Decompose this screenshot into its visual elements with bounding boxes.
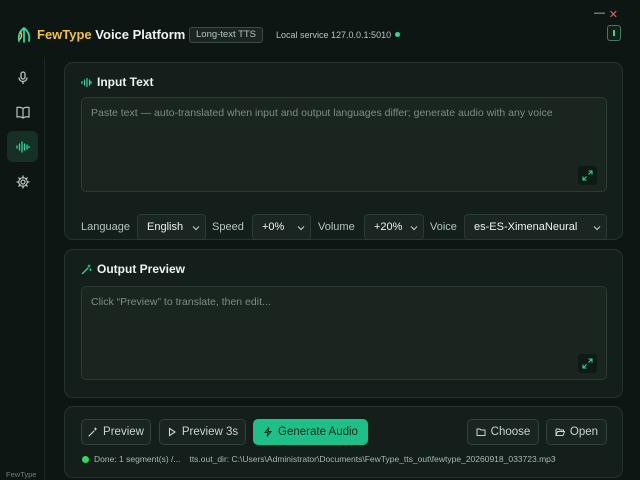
- lightning-icon: [263, 427, 273, 437]
- preview-3s-button[interactable]: Preview 3s: [159, 419, 246, 445]
- voice-select[interactable]: es-ES-XimenaNeural: [464, 214, 607, 240]
- app-header: FewType Voice Platform Long-text TTS Loc…: [0, 24, 640, 46]
- book-icon: [15, 106, 30, 119]
- preview-3s-button-label: Preview 3s: [181, 426, 239, 438]
- language-select-value: English: [147, 221, 184, 233]
- sidebar-item-tts[interactable]: [7, 131, 38, 162]
- gear-icon: [15, 174, 30, 189]
- generate-audio-button-label: Generate Audio: [278, 426, 358, 438]
- chevron-down-icon: [297, 226, 305, 231]
- choose-button[interactable]: Choose: [467, 419, 539, 445]
- microphone-icon: [17, 70, 28, 84]
- minimize-button[interactable]: —: [594, 7, 605, 19]
- output-textarea[interactable]: Click “Preview” to translate, then edit.…: [81, 286, 607, 380]
- waveform-icon: [15, 140, 30, 153]
- folder-icon: [476, 428, 486, 436]
- input-card: Input Text Paste text — auto-translated …: [64, 62, 623, 240]
- preview-button-label: Preview: [103, 426, 144, 438]
- service-status-dot: [395, 32, 401, 37]
- actions-card: Preview Preview 3s Generate Audio Choose…: [64, 406, 623, 478]
- logo-icon: [17, 27, 31, 43]
- volume-label: Volume: [318, 221, 355, 233]
- voice-label: Voice: [430, 221, 457, 233]
- expand-output-button[interactable]: [578, 354, 597, 373]
- speed-select-value: +0%: [262, 221, 285, 233]
- language-label: Language: [81, 221, 130, 233]
- tts-settings-row: Language English Speed +0% Volume +20% V…: [81, 214, 607, 240]
- waveform-icon: [81, 77, 92, 87]
- app-title-product: Voice Platform: [95, 27, 186, 42]
- language-select[interactable]: English: [137, 214, 206, 240]
- app-window: — ✕ FewType Voice Platform Long-text TTS…: [0, 0, 640, 480]
- mode-badge: Long-text TTS: [189, 27, 264, 43]
- chevron-down-icon: [192, 226, 200, 231]
- app-title-brand: FewType: [37, 27, 92, 42]
- status-text: Done: 1 segment(s) /...: [94, 454, 181, 464]
- output-card-title-text: Output Preview: [97, 262, 186, 276]
- open-button-label: Open: [569, 426, 599, 438]
- preview-button[interactable]: Preview: [81, 419, 151, 445]
- sidebar-item-library[interactable]: [7, 96, 38, 127]
- play-icon: [168, 427, 176, 437]
- input-textarea[interactable]: Paste text — auto-translated when input …: [81, 97, 607, 192]
- speed-select[interactable]: +0%: [252, 214, 311, 240]
- footer-brand: FewType: [6, 470, 37, 479]
- panel-toggle-button[interactable]: [607, 25, 621, 41]
- input-textarea-placeholder: Paste text — auto-translated when input …: [91, 107, 553, 119]
- input-card-title: Input Text: [81, 75, 153, 89]
- sidebar-item-settings[interactable]: [7, 166, 38, 197]
- service-status: Local service 127.0.0.1:5010: [276, 30, 401, 40]
- magic-wand-icon: [81, 264, 92, 274]
- output-card-title: Output Preview: [81, 262, 185, 276]
- sidebar: FewType: [0, 57, 45, 480]
- expand-input-button[interactable]: [578, 166, 597, 185]
- volume-select-value: +20%: [374, 221, 403, 233]
- service-status-text: Local service 127.0.0.1:5010: [276, 30, 392, 40]
- chevron-down-icon: [410, 226, 418, 231]
- status-ok-dot: [82, 455, 89, 463]
- output-card: Output Preview Click “Preview” to transl…: [64, 249, 623, 398]
- generate-audio-button[interactable]: Generate Audio: [253, 419, 368, 445]
- chevron-down-icon: [593, 226, 601, 231]
- output-path-text: tts.out_dir: C:\Users\Administrator\Docu…: [189, 454, 556, 464]
- voice-select-value: es-ES-XimenaNeural: [474, 221, 578, 233]
- input-card-title-text: Input Text: [97, 75, 154, 89]
- sidebar-item-voice[interactable]: [7, 62, 38, 93]
- expand-icon: [582, 358, 593, 369]
- expand-icon: [582, 170, 593, 181]
- folder-open-icon: [555, 428, 565, 436]
- magic-wand-icon: [88, 427, 98, 437]
- speed-label: Speed: [212, 221, 244, 233]
- status-line: Done: 1 segment(s) /... tts.out_dir: C:\…: [82, 454, 612, 464]
- output-textarea-placeholder: Click “Preview” to translate, then edit.…: [91, 296, 271, 308]
- volume-select[interactable]: +20%: [364, 214, 424, 240]
- open-button[interactable]: Open: [546, 419, 607, 445]
- close-button[interactable]: ✕: [609, 9, 618, 21]
- app-title: FewType Voice Platform: [37, 27, 185, 42]
- choose-button-label: Choose: [490, 426, 531, 438]
